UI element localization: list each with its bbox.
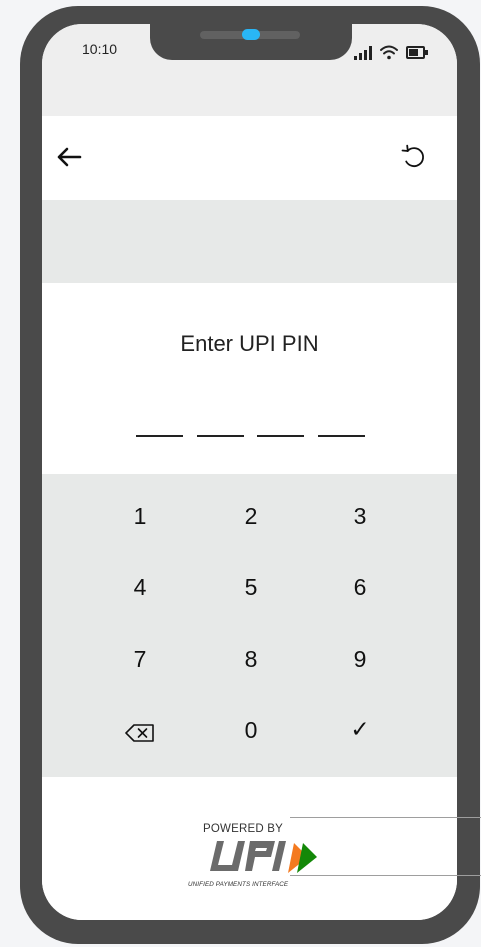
submit-button[interactable]: ✓ [315,699,405,759]
phone-screen: 10:10 Enter UPI PIN 1 2 3 4 5 6 7 8 9 0 … [42,24,457,920]
numeric-keypad: 1 2 3 4 5 6 7 8 9 0 ✓ [42,474,457,777]
key-1[interactable]: 1 [95,486,185,546]
pin-digit-slot [318,435,365,437]
key-5[interactable]: 5 [206,557,296,617]
pin-entry-area: Enter UPI PIN [42,283,457,474]
key-7[interactable]: 7 [95,629,185,689]
arrow-left-icon[interactable] [56,146,82,168]
backspace-button[interactable] [95,703,185,763]
callout-line [290,875,481,876]
key-6[interactable]: 6 [315,557,405,617]
phone-notch [150,24,352,60]
pin-digit-slot [197,435,244,437]
key-3[interactable]: 3 [315,486,405,546]
key-4[interactable]: 4 [95,557,185,617]
refresh-icon[interactable] [399,142,429,170]
pin-digit-slot [257,435,304,437]
status-time: 10:10 [82,41,118,57]
footer: POWERED BY UNIFIED PAYMENTS INTERFACE [42,777,457,920]
callout-line [290,817,481,818]
key-0[interactable]: 0 [206,700,296,760]
key-8[interactable]: 8 [206,629,296,689]
battery-icon [406,46,428,59]
phone-frame: 10:10 Enter UPI PIN 1 2 3 4 5 6 7 8 9 0 … [20,6,480,944]
backspace-icon [125,724,154,742]
key-9[interactable]: 9 [315,629,405,689]
wifi-icon [380,45,398,60]
pin-title: Enter UPI PIN [180,331,319,356]
camera-icon [242,29,260,40]
upi-logo [210,841,317,873]
header-bar [42,116,457,200]
info-band [42,200,457,283]
upi-subtitle: UNIFIED PAYMENTS INTERFACE [188,881,289,888]
key-2[interactable]: 2 [206,486,296,546]
powered-by-label: POWERED BY [203,823,283,835]
status-icons [354,42,428,60]
pin-digit-slot [136,435,183,437]
signal-icon [354,46,372,60]
